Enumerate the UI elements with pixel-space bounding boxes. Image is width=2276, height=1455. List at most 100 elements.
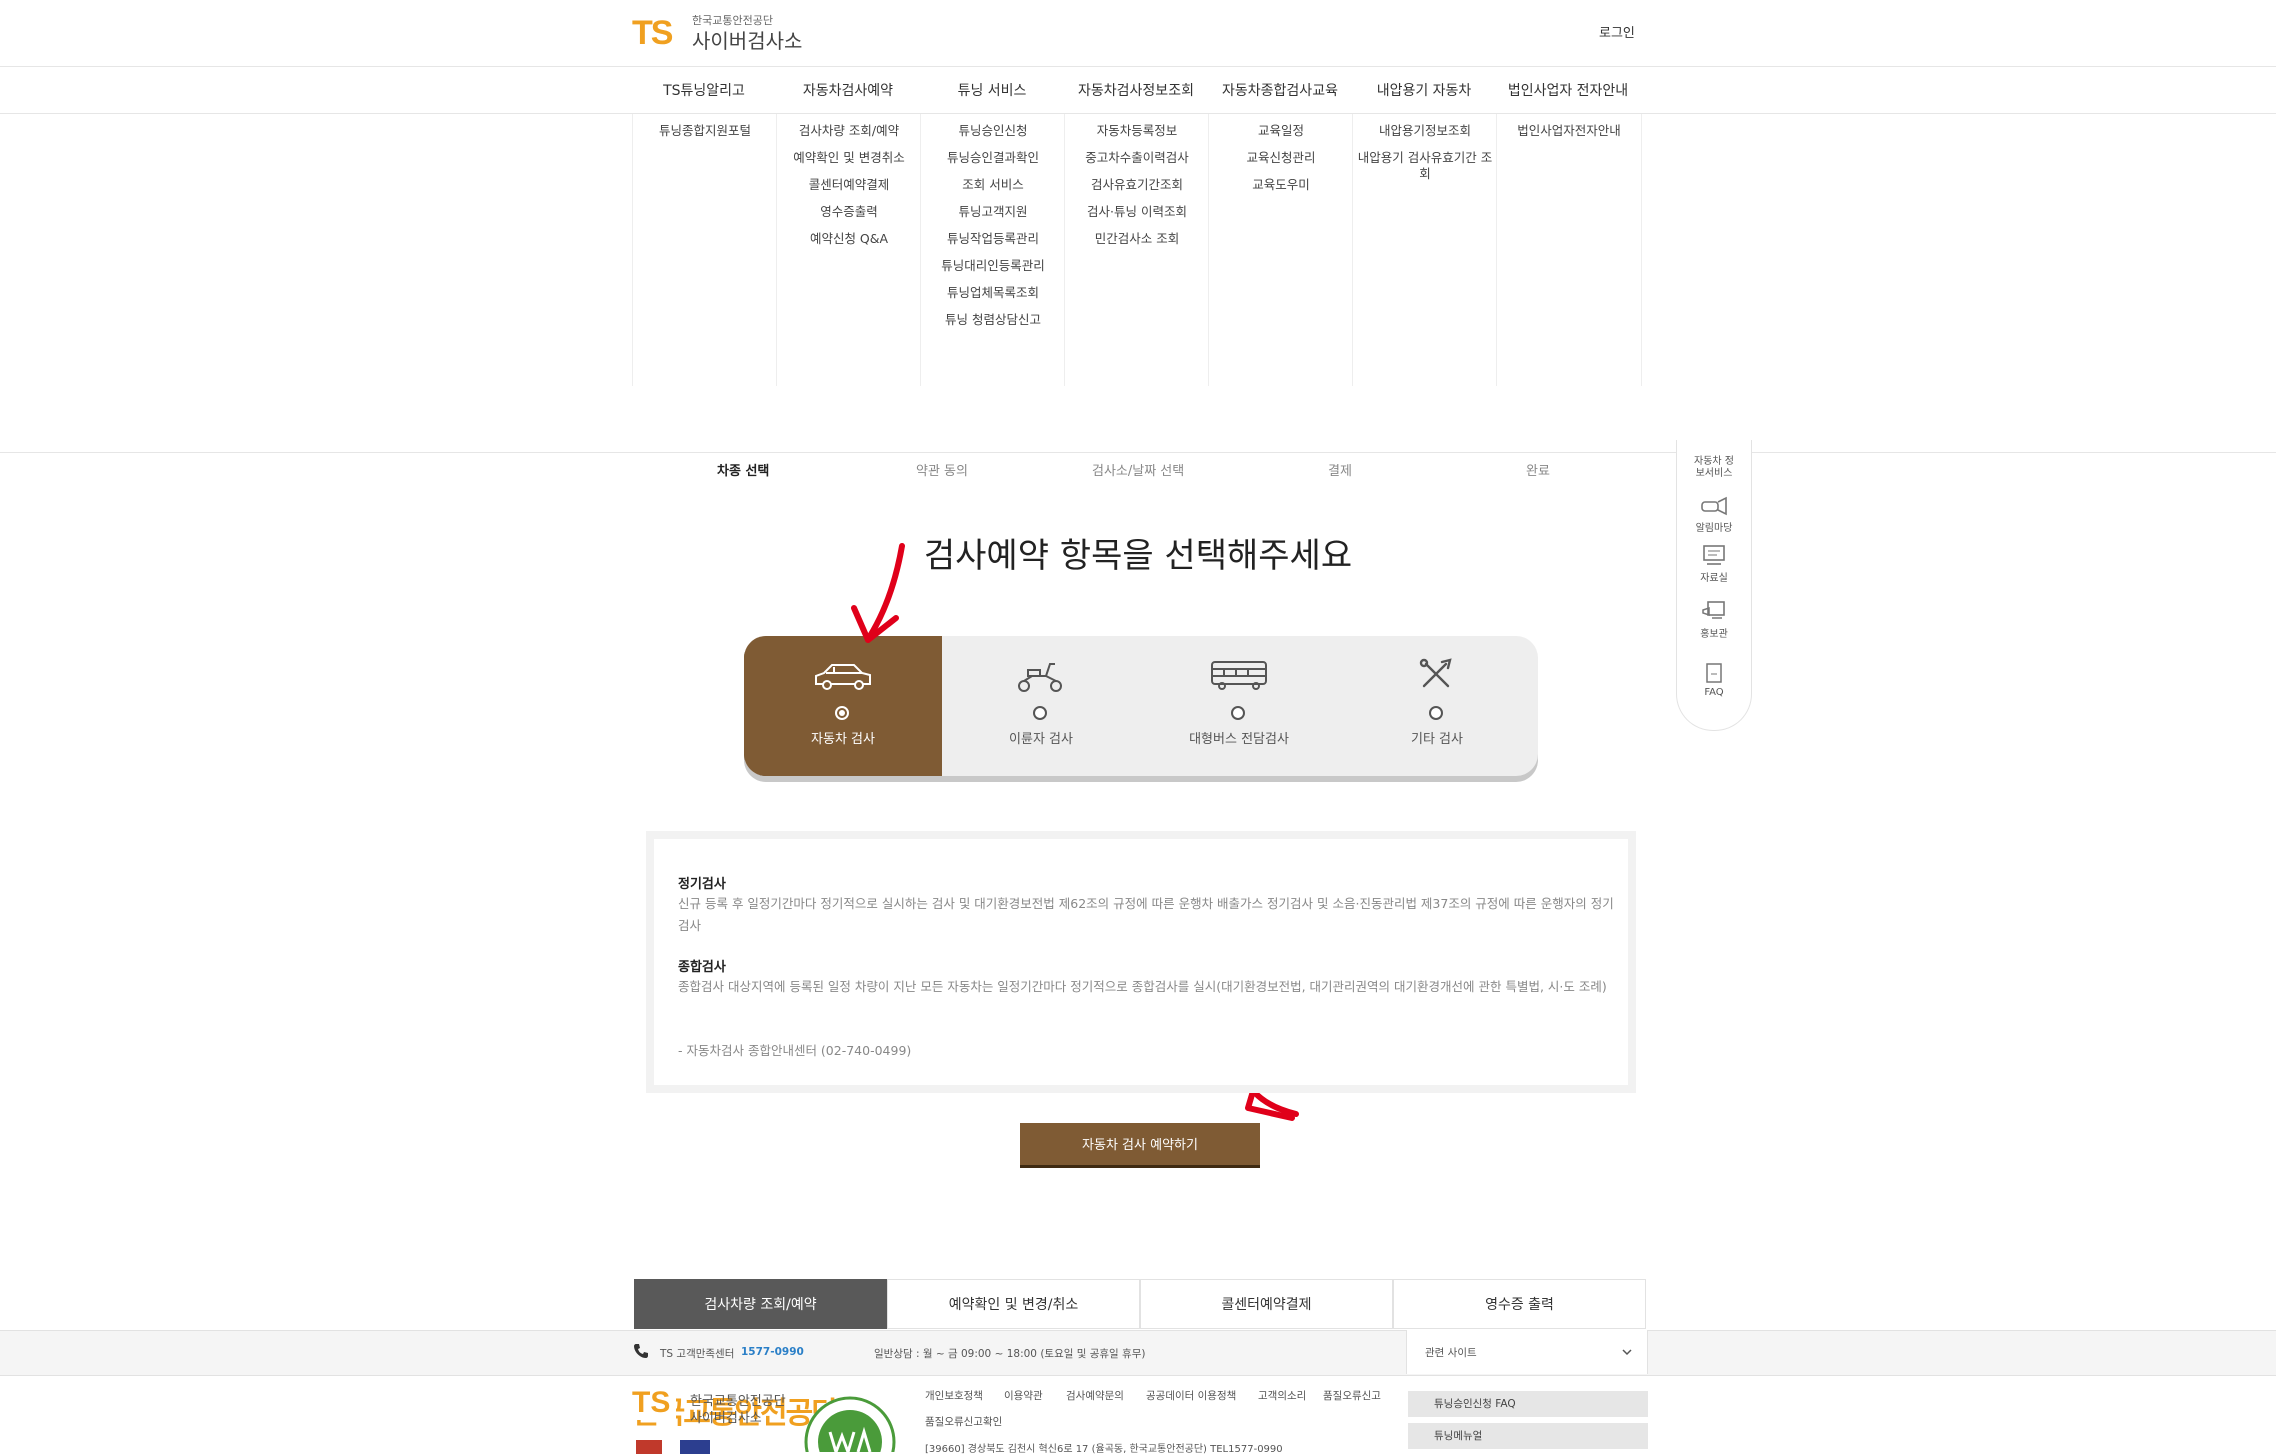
megaphone-icon	[1701, 496, 1727, 516]
step-complete: 완료	[1526, 464, 1550, 479]
submenu-item[interactable]: 조회 서비스	[925, 177, 1061, 193]
submenu-item[interactable]: 튜닝작업등록관리	[925, 231, 1061, 247]
footer-link-terms[interactable]: 이용약관	[1004, 1388, 1043, 1403]
tab-callcenter-payment[interactable]: 콜센터예약결제	[1140, 1279, 1393, 1329]
submenu-item[interactable]: 내압용기 검사유효기간 조회	[1357, 150, 1493, 182]
tools-icon	[1419, 658, 1452, 688]
submenu-item[interactable]: 튜닝종합지원포털	[637, 123, 773, 139]
menu-top-item-2[interactable]: 튜닝 서비스	[920, 80, 1064, 100]
faq-link-tuning[interactable]: 튜닝승인신청 FAQ	[1408, 1391, 1648, 1417]
logo-site-name[interactable]: 사이버검사소	[692, 25, 802, 54]
submenu-item[interactable]: 튜닝승인결과확인	[925, 150, 1061, 166]
option-car-inspection[interactable]: 자동차 검사	[744, 636, 942, 776]
submenu-item[interactable]: 교육도우미	[1213, 177, 1349, 193]
option-bus-inspection[interactable]: 대형버스 전담검사	[1140, 636, 1338, 776]
inspection-type-selector: 자동차 검사 이륜자 검사 대형버스 전담검사 기타 검사	[744, 636, 1538, 776]
radio-car-inspection[interactable]	[835, 706, 849, 720]
menu-top-item-3[interactable]: 자동차검사정보조회	[1064, 80, 1208, 100]
footer-link-privacy[interactable]: 개인보호정책	[925, 1388, 983, 1403]
logo-mark: TS	[632, 14, 673, 52]
submenu-item[interactable]: 민간검사소 조회	[1069, 231, 1205, 247]
ts-logo[interactable]: TS	[632, 14, 673, 53]
info-contact: - 자동차검사 종합안내센터 (02-740-0499)	[678, 1043, 912, 1058]
radio-other-inspection[interactable]	[1429, 706, 1443, 720]
related-sites-label: 관련 사이트	[1425, 1347, 1477, 1359]
menu-top-item-5[interactable]: 내압용기 자동차	[1352, 80, 1496, 100]
info-comprehensive-text: 종합검사 대상지역에 등록된 일정 차량이 지난 모든 자동차는 일정기간마다 …	[678, 979, 1607, 994]
footer-logo-cover: TS	[632, 1386, 676, 1420]
submenu-item[interactable]: 검사차량 조회/예약	[781, 123, 917, 139]
submenu-column-0: 튜닝종합지원포털	[632, 114, 777, 386]
header-divider	[0, 66, 2276, 67]
wa-accessibility-mark	[804, 1396, 896, 1452]
menu-top-item-6[interactable]: 법인사업자 전자안내	[1496, 80, 1640, 100]
mega-menu-bottom-line	[0, 452, 2276, 453]
radio-motorcycle-inspection[interactable]	[1033, 706, 1047, 720]
footer-link-quality-report[interactable]: 품질오류신고	[1323, 1388, 1381, 1403]
quick-car-info-label: 자동차 정보서비스	[1694, 456, 1734, 479]
submenu-column-3: 자동차등록정보중고차수출이력검사검사유효기간조회검사·튜닝 이력조회민간검사소 …	[1064, 114, 1209, 386]
step-vehicle-type: 차종 선택	[717, 464, 770, 479]
quick-pr[interactable]: 홍보관	[1677, 600, 1751, 640]
car-icon	[815, 664, 871, 690]
callcenter-hours: 일반상담 : 월 ~ 금 09:00 ~ 18:00 (토요일 및 공휴일 휴무…	[874, 1348, 1146, 1360]
callcenter-number: 1577-0990	[741, 1346, 804, 1358]
menu-top-item-0[interactable]: TS튜닝알리고	[632, 80, 776, 100]
chevron-down-icon	[1622, 1349, 1632, 1356]
menu-top-item-4[interactable]: 자동차종합검사교육	[1208, 80, 1352, 100]
quick-faq[interactable]: FAQ	[1677, 662, 1751, 698]
submenu-item[interactable]: 튜닝 청렴상담신고	[925, 312, 1061, 328]
submenu-column-1: 검사차량 조회/예약예약확인 및 변경취소콜센터예약결제영수증출력예약신청 Q&…	[776, 114, 921, 386]
login-link[interactable]: 로그인	[1599, 22, 1635, 41]
footer-link-customer-voice[interactable]: 고객의소리	[1258, 1388, 1306, 1403]
footer-link-reservation-inquiry[interactable]: 검사예약문의	[1066, 1388, 1124, 1403]
submenu-column-5: 내압용기정보조회내압용기 검사유효기간 조회	[1352, 114, 1497, 386]
submenu-item[interactable]: 튜닝고객지원	[925, 204, 1061, 220]
faq-icon	[1706, 663, 1722, 683]
page-title: 검사예약 항목을 선택해주세요	[923, 536, 1353, 576]
info-regular-heading: 정기검사	[678, 877, 726, 892]
submenu-item[interactable]: 교육신청관리	[1213, 150, 1349, 166]
bus-icon	[1211, 661, 1267, 690]
submenu-item[interactable]: 예약확인 및 변경취소	[781, 150, 917, 166]
submenu-item[interactable]: 튜닝승인신청	[925, 123, 1061, 139]
radio-bus-inspection[interactable]	[1231, 706, 1245, 720]
tab-vehicle-lookup[interactable]: 검사차량 조회/예약	[634, 1279, 887, 1329]
option-other-inspection[interactable]: 기타 검사	[1338, 636, 1536, 776]
info-box: 정기검사 신규 등록 후 일정기간마다 정기적으로 실시하는 검사 및 대기환경…	[654, 839, 1628, 1085]
footer-site-name: 사이버검사소	[690, 1411, 762, 1426]
submenu-item[interactable]: 예약신청 Q&A	[781, 231, 917, 247]
step-terms: 약관 동의	[916, 464, 968, 479]
submenu-item[interactable]: 교육일정	[1213, 123, 1349, 139]
quick-car-info[interactable]: 자동차 정보서비스	[1677, 456, 1751, 480]
quick-menu: 자동차 정보서비스 알림마당 자료실 홍보관 FAQ	[1676, 440, 1752, 731]
submenu-item[interactable]: 영수증출력	[781, 204, 917, 220]
option-motorcycle-inspection[interactable]: 이륜자 검사	[942, 636, 1140, 776]
quick-pr-label: 홍보관	[1700, 629, 1728, 640]
related-sites-select[interactable]: 관련 사이트	[1406, 1330, 1648, 1374]
footer-address: [39660] 경상북도 김천시 혁신6로 17 (율곡동, 한국교통안전공단)…	[925, 1444, 1283, 1455]
submenu-item[interactable]: 튜닝업체목록조회	[925, 285, 1061, 301]
reserve-car-inspection-button[interactable]: 자동차 검사 예약하기	[1020, 1123, 1260, 1168]
footer-link-quality-check[interactable]: 품질오류신고확인	[925, 1414, 1002, 1429]
submenu-item[interactable]: 검사유효기간조회	[1069, 177, 1205, 193]
menu-top-item-1[interactable]: 자동차검사예약	[776, 80, 920, 100]
submenu-item[interactable]: 검사·튜닝 이력조회	[1069, 204, 1205, 220]
option-bus-inspection-label: 대형버스 전담검사	[1189, 732, 1289, 747]
faq-link-manual[interactable]: 튜닝메뉴얼	[1408, 1423, 1648, 1449]
tab-reservation-check[interactable]: 예약확인 및 변경/취소	[887, 1279, 1140, 1329]
pr-icon	[1702, 601, 1725, 619]
submenu-item[interactable]: 법인사업자전자안내	[1501, 123, 1637, 139]
submenu-column-2: 튜닝승인신청튜닝승인결과확인조회 서비스튜닝고객지원튜닝작업등록관리튜닝대리인등…	[920, 114, 1065, 386]
option-car-inspection-label: 자동차 검사	[811, 732, 875, 747]
submenu-item[interactable]: 튜닝대리인등록관리	[925, 258, 1061, 274]
footer-ts-mark: TS	[632, 1386, 671, 1419]
info-comprehensive-heading: 종합검사	[678, 960, 726, 975]
option-motorcycle-inspection-label: 이륜자 검사	[1009, 732, 1073, 747]
submenu-item[interactable]: 내압용기정보조회	[1357, 123, 1493, 139]
submenu-item[interactable]: 콜센터예약결제	[781, 177, 917, 193]
submenu-item[interactable]: 중고차수출이력검사	[1069, 150, 1205, 166]
submenu-item[interactable]: 자동차등록정보	[1069, 123, 1205, 139]
tab-receipt-print[interactable]: 영수증 출력	[1393, 1279, 1646, 1329]
footer-link-public-data[interactable]: 공공데이터 이용정책	[1146, 1388, 1236, 1403]
